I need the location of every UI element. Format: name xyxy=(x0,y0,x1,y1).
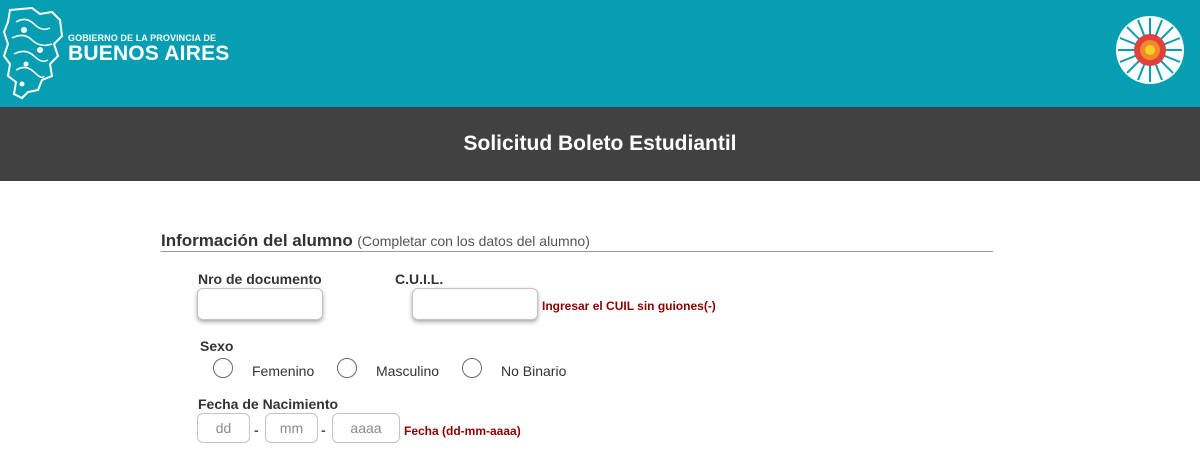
logo-text-large: BUENOS AIRES xyxy=(68,42,230,65)
documento-input[interactable] xyxy=(197,288,323,320)
cuil-hint: Ingresar el CUIL sin guiones(-) xyxy=(542,299,716,313)
section-title: Información del alumno xyxy=(161,231,353,250)
radio-masculino-label[interactable]: Masculino xyxy=(376,363,439,379)
cuil-label: C.U.I.L. xyxy=(395,271,444,287)
fecha-hint: Fecha (dd-mm-aaaa) xyxy=(404,424,521,438)
cuil-input[interactable] xyxy=(412,288,538,320)
radio-no-binario[interactable] xyxy=(462,358,482,378)
sexo-label: Sexo xyxy=(200,338,234,354)
radio-femenino-label[interactable]: Femenino xyxy=(252,363,314,379)
date-separator: - xyxy=(254,422,259,438)
section-divider xyxy=(161,251,993,252)
section-note: (Completar con los datos del alumno) xyxy=(357,233,590,249)
radio-femenino[interactable] xyxy=(213,358,233,378)
top-header: GOBIERNO DE LA PROVINCIA DE BUENOS AIRES xyxy=(0,0,1200,107)
documento-label: Nro de documento xyxy=(198,271,322,287)
section-heading: Información del alumno (Completar con lo… xyxy=(161,231,590,251)
province-map-logo xyxy=(2,6,64,100)
sun-emblem-logo xyxy=(1116,16,1184,84)
radio-no-binario-label[interactable]: No Binario xyxy=(501,363,566,379)
fecha-month-input[interactable] xyxy=(265,413,318,443)
page-title: Solicitud Boleto Estudiantil xyxy=(463,132,737,155)
radio-masculino[interactable] xyxy=(337,358,357,378)
fecha-day-input[interactable] xyxy=(197,413,250,443)
fecha-year-input[interactable] xyxy=(332,413,400,443)
fecha-label: Fecha de Nacimiento xyxy=(198,396,339,412)
date-separator: - xyxy=(321,422,326,438)
